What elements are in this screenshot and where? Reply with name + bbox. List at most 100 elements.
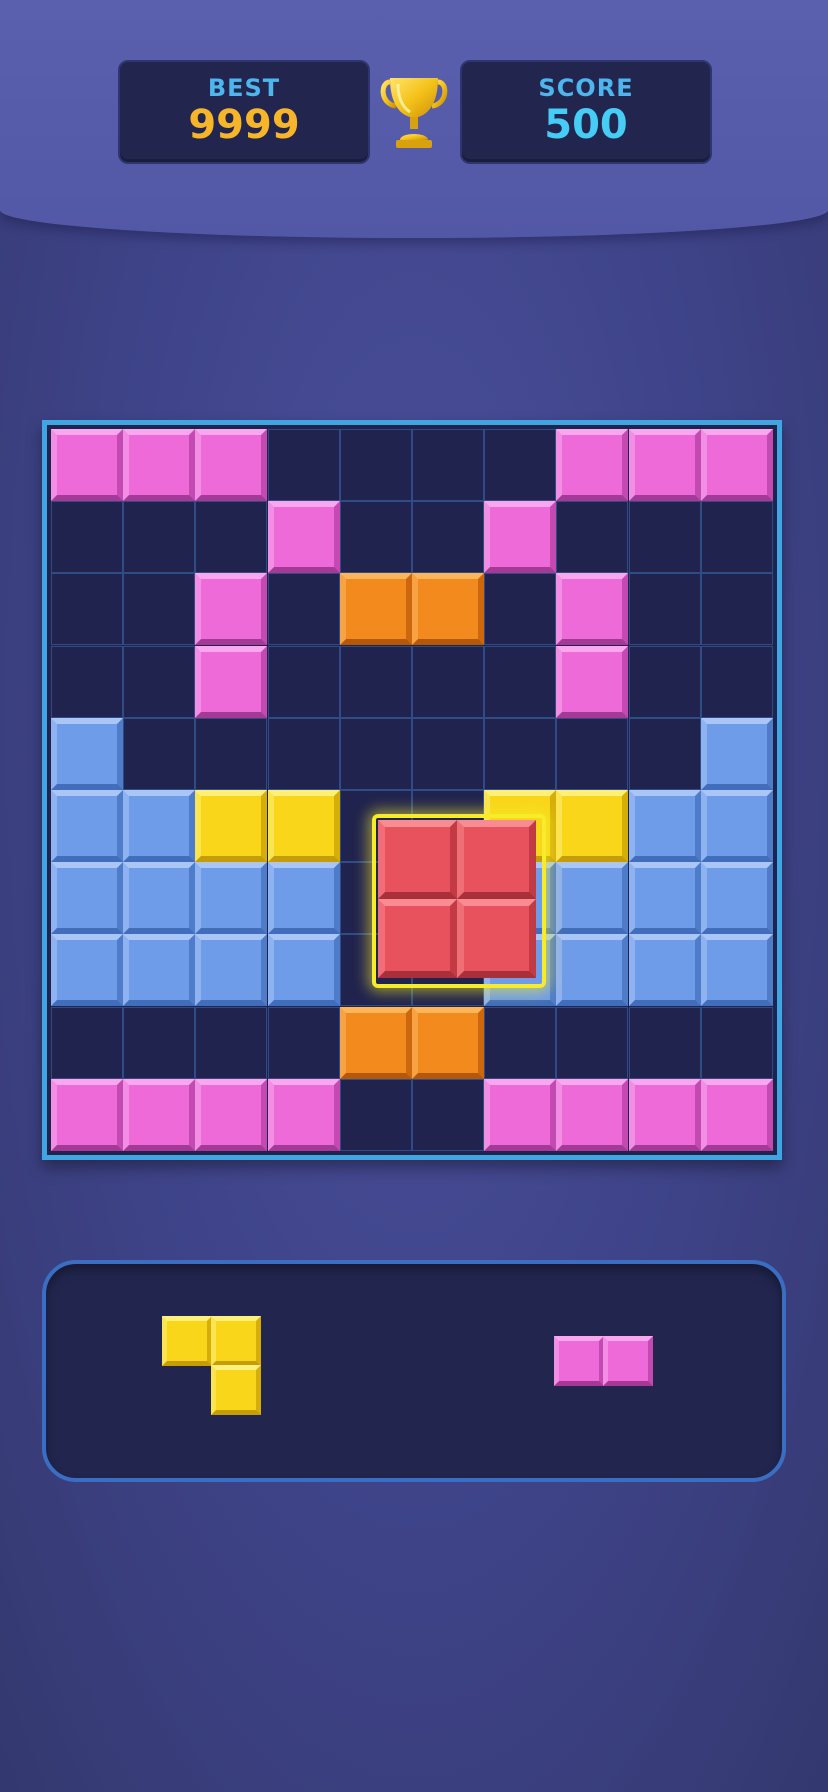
board-cell[interactable] — [484, 1006, 557, 1079]
blue-block — [123, 862, 196, 935]
board-cell[interactable] — [484, 645, 557, 718]
board-cell[interactable] — [339, 501, 412, 574]
board-cell[interactable] — [700, 573, 773, 646]
pink-block — [556, 1078, 629, 1151]
blue-block — [51, 790, 123, 862]
board-cell[interactable] — [412, 1078, 484, 1151]
blue-block — [51, 862, 123, 935]
blue-block — [628, 934, 701, 1007]
best-value: 9999 — [188, 102, 300, 148]
score-value: 500 — [544, 102, 628, 148]
held-block — [378, 899, 457, 978]
yellow-block — [556, 790, 629, 862]
board-cell[interactable] — [51, 645, 123, 718]
board-cell[interactable] — [339, 645, 412, 718]
blue-block — [123, 790, 196, 862]
board-cell[interactable] — [195, 1006, 268, 1079]
board-cell[interactable] — [267, 717, 340, 790]
pink-block — [700, 429, 773, 501]
held-piece[interactable] — [372, 814, 546, 988]
board-cell[interactable] — [123, 573, 196, 646]
board-cell[interactable] — [484, 429, 557, 501]
board-cell[interactable] — [628, 573, 701, 646]
blue-block — [700, 790, 773, 862]
board-cell[interactable] — [195, 501, 268, 574]
pink-block — [195, 429, 268, 501]
board-cell[interactable] — [628, 1006, 701, 1079]
pink-block — [700, 1078, 773, 1151]
held-block — [378, 820, 457, 899]
board-cell[interactable] — [484, 717, 557, 790]
best-label: BEST — [207, 74, 281, 102]
pink-block — [195, 645, 268, 718]
board-cell[interactable] — [123, 717, 196, 790]
blue-block — [556, 862, 629, 935]
board-cell[interactable] — [700, 501, 773, 574]
board-cell[interactable] — [556, 717, 629, 790]
blue-block — [267, 934, 340, 1007]
board-cell[interactable] — [628, 645, 701, 718]
board-cell[interactable] — [556, 501, 629, 574]
blue-block — [51, 717, 123, 790]
board-cell[interactable] — [412, 429, 484, 501]
game-board[interactable] — [42, 420, 782, 1160]
board-cell[interactable] — [412, 501, 484, 574]
board-cell[interactable] — [123, 1006, 196, 1079]
blue-block — [556, 934, 629, 1007]
board-cell[interactable] — [195, 717, 268, 790]
trophy-icon — [380, 78, 448, 148]
board-cell[interactable] — [267, 1006, 340, 1079]
board-cell[interactable] — [484, 573, 557, 646]
blue-block — [628, 862, 701, 935]
score-label: SCORE — [538, 74, 634, 102]
board-cell[interactable] — [412, 717, 484, 790]
pink-block — [123, 1078, 196, 1151]
blue-block — [195, 934, 268, 1007]
board-cell[interactable] — [51, 573, 123, 646]
pink-block — [267, 1078, 340, 1151]
yellow-block — [162, 1316, 212, 1366]
board-grid[interactable] — [51, 429, 773, 1151]
board-cell[interactable] — [123, 645, 196, 718]
board-cell[interactable] — [267, 429, 340, 501]
best-score-panel: BEST 9999 — [118, 60, 370, 164]
blue-block — [267, 862, 340, 935]
blue-block — [51, 934, 123, 1007]
board-cell[interactable] — [267, 573, 340, 646]
pink-block — [556, 429, 629, 501]
board-cell[interactable] — [339, 1078, 412, 1151]
board-cell[interactable] — [51, 501, 123, 574]
pink-block — [603, 1336, 653, 1386]
board-cell[interactable] — [628, 717, 701, 790]
pink-block — [123, 429, 196, 501]
orange-block — [412, 1006, 484, 1079]
held-block — [457, 820, 536, 899]
pink-block — [51, 429, 123, 501]
board-cell[interactable] — [412, 645, 484, 718]
orange-block — [339, 1006, 412, 1079]
yellow-block — [211, 1365, 261, 1415]
board-cell[interactable] — [123, 501, 196, 574]
orange-block — [339, 573, 412, 646]
board-cell[interactable] — [628, 501, 701, 574]
blue-block — [700, 862, 773, 935]
pink-block — [554, 1336, 604, 1386]
board-cell[interactable] — [267, 645, 340, 718]
pink-block — [556, 573, 629, 646]
board-cell[interactable] — [700, 1006, 773, 1079]
pink-block — [51, 1078, 123, 1151]
pink-block — [267, 501, 340, 574]
pink-block — [484, 501, 557, 574]
board-cell[interactable] — [51, 1006, 123, 1079]
held-block — [457, 899, 536, 978]
board-cell[interactable] — [556, 1006, 629, 1079]
board-cell[interactable] — [700, 645, 773, 718]
pink-block — [628, 1078, 701, 1151]
blue-block — [195, 862, 268, 935]
board-cell[interactable] — [339, 717, 412, 790]
blue-block — [700, 934, 773, 1007]
board-cell[interactable] — [339, 429, 412, 501]
blue-block — [628, 790, 701, 862]
pink-block — [628, 429, 701, 501]
pink-block — [484, 1078, 557, 1151]
